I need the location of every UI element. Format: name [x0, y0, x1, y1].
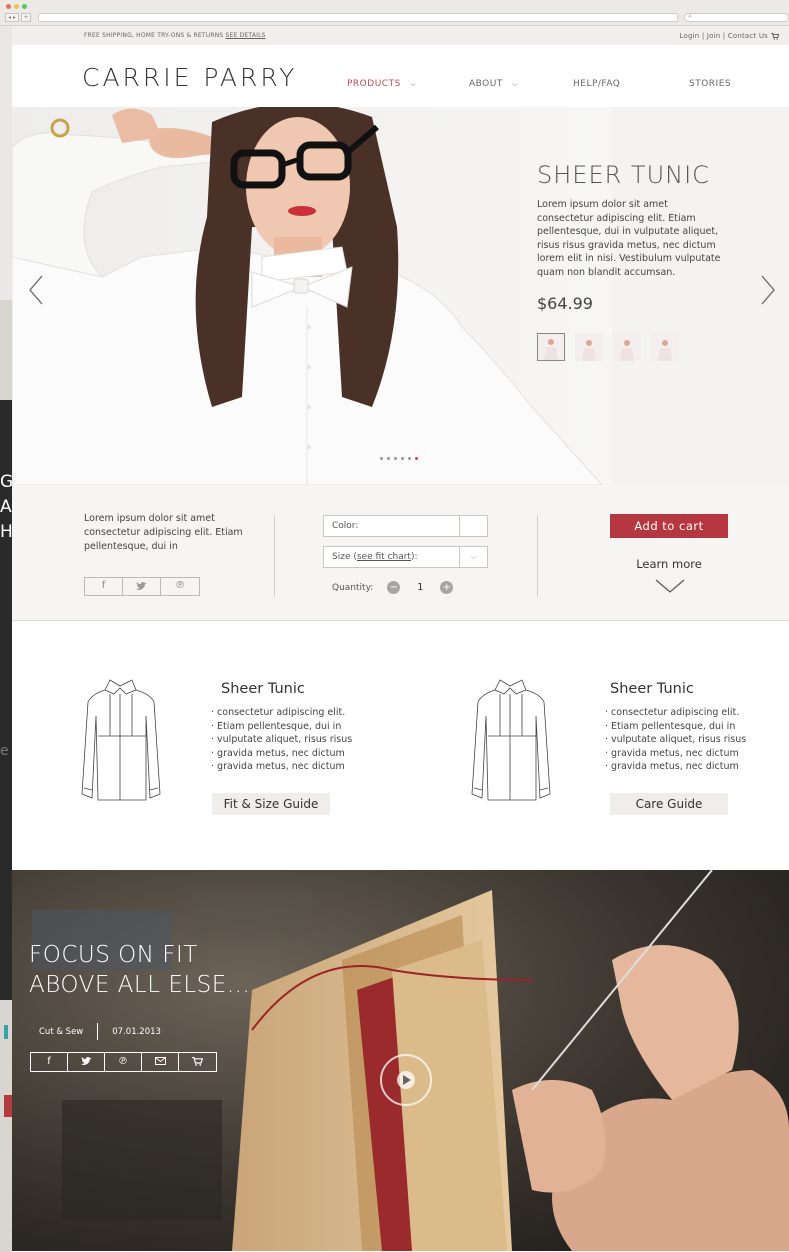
- play-button[interactable]: [380, 1054, 432, 1106]
- chevron-down-icon: ⌵: [410, 80, 416, 88]
- video-date: 07.01.2013: [112, 1026, 161, 1037]
- web-page: FREE SHIPPING, HOME TRY-ONS & RETURNS SE…: [12, 26, 789, 1252]
- care-guide-button[interactable]: Care Guide: [610, 793, 728, 815]
- carousel-next-arrow[interactable]: [760, 275, 776, 305]
- close-window-button[interactable]: [6, 4, 11, 9]
- address-bar[interactable]: [38, 13, 678, 22]
- color-label: Color:: [332, 521, 359, 531]
- product-info: SHEER TUNIC Lorem ipsum dolor sit amet c…: [537, 161, 727, 361]
- add-to-cart-button[interactable]: Add to cart: [610, 514, 728, 538]
- guide-bullets: · consectetur adipiscing elit. · Etiam p…: [605, 707, 747, 772]
- divider: [97, 1023, 99, 1040]
- search-icon: ⌕: [688, 12, 692, 20]
- minimize-window-button[interactable]: [14, 4, 19, 9]
- chevron-down-icon: ⌵: [512, 80, 519, 88]
- color-select[interactable]: Color:: [323, 515, 488, 537]
- product-thumbnail[interactable]: [575, 333, 603, 361]
- size-label: Size (see fit chart):: [332, 552, 418, 562]
- product-description: Lorem ipsum dolor sit amet consectetur a…: [537, 199, 721, 278]
- fit-size-guide-button[interactable]: Fit & Size Guide: [212, 793, 330, 815]
- site-logo[interactable]: CARRIE PARRY: [82, 63, 297, 92]
- pinterest-icon[interactable]: ℗: [105, 1053, 142, 1071]
- increase-quantity-button[interactable]: +: [440, 581, 454, 594]
- guide-title: Sheer Tunic: [610, 681, 694, 697]
- carousel-dot[interactable]: [380, 457, 383, 460]
- color-select-toggle[interactable]: [459, 516, 487, 536]
- guide-title: Sheer Tunic: [221, 681, 305, 697]
- carousel-dot[interactable]: [387, 457, 390, 460]
- browser-chrome: ◂ ▸ + ⌕: [0, 0, 789, 26]
- product-thumbnails: [537, 333, 727, 361]
- product-price: $64.99: [537, 294, 593, 313]
- carousel-dot-active[interactable]: [415, 457, 418, 460]
- twitter-icon[interactable]: [123, 578, 161, 595]
- product-thumbnail[interactable]: [651, 333, 679, 361]
- video-feature: FOCUS ON FIT ABOVE ALL ELSE... Cut & Sew…: [12, 870, 789, 1251]
- learn-more-link[interactable]: Learn more: [610, 557, 728, 571]
- cart-icon[interactable]: [771, 32, 779, 40]
- quantity-stepper: Quantity: − 1 +: [332, 581, 454, 594]
- video-category[interactable]: Cut & Sew: [39, 1027, 83, 1037]
- product-thumbnail[interactable]: [613, 333, 641, 361]
- site-header: CARRIE PARRY PRODUCTS ⌵ ABOUT ⌵ HELP/FAQ…: [12, 45, 789, 107]
- cart-icon[interactable]: [179, 1053, 216, 1071]
- product-title: SHEER TUNIC: [537, 161, 710, 189]
- chevron-down-icon[interactable]: [655, 579, 685, 593]
- size-select[interactable]: Size (see fit chart): ⌵: [323, 546, 488, 568]
- background-letter: A: [0, 497, 12, 517]
- guide-bullets: · consectetur adipiscing elit. · Etiam p…: [211, 707, 353, 772]
- quantity-value[interactable]: 1: [400, 582, 440, 593]
- twitter-icon[interactable]: [68, 1053, 105, 1071]
- guides-section: Sheer Tunic · consectetur adipiscing eli…: [12, 621, 789, 870]
- facebook-icon[interactable]: f: [85, 578, 123, 595]
- shipping-text: FREE SHIPPING, HOME TRY-ONS & RETURNS: [84, 32, 224, 39]
- shirt-illustration: [81, 679, 161, 801]
- background-letter: e: [0, 743, 9, 759]
- nav-about[interactable]: ABOUT ⌵: [469, 79, 518, 89]
- divider: [274, 515, 275, 597]
- browser-search-field[interactable]: ⌕: [684, 12, 789, 22]
- top-bar: FREE SHIPPING, HOME TRY-ONS & RETURNS SE…: [12, 26, 789, 45]
- shipping-banner: FREE SHIPPING, HOME TRY-ONS & RETURNS SE…: [84, 32, 266, 39]
- see-details-link[interactable]: SEE DETAILS: [226, 32, 266, 39]
- carousel-dot[interactable]: [394, 457, 397, 460]
- carousel-dot[interactable]: [408, 457, 411, 460]
- social-share-bar: f ℗: [84, 577, 200, 596]
- back-forward-button[interactable]: ◂ ▸: [5, 13, 19, 22]
- nav-help-faq[interactable]: HELP/FAQ: [573, 79, 620, 89]
- video-share-bar: f ℗: [30, 1052, 217, 1072]
- see-fit-chart-link[interactable]: see fit chart: [357, 552, 411, 562]
- chevron-down-icon[interactable]: ⌵: [459, 547, 487, 567]
- model-photo: [12, 107, 612, 485]
- maximize-window-button[interactable]: [22, 4, 27, 9]
- nav-products[interactable]: PRODUCTS ⌵: [347, 79, 416, 89]
- divider: [537, 515, 538, 597]
- carousel-indicators: [380, 457, 418, 460]
- carousel-prev-arrow[interactable]: [28, 275, 44, 305]
- window-controls: [6, 4, 27, 9]
- nav-stories[interactable]: STORIES: [689, 79, 731, 89]
- product-thumbnail[interactable]: [537, 333, 565, 361]
- play-icon: [397, 1071, 415, 1089]
- pinterest-icon[interactable]: ℗: [161, 578, 199, 595]
- browser-nav: ◂ ▸ +: [5, 13, 31, 22]
- account-links: Login | Join | Contact Us: [680, 32, 779, 40]
- purchase-panel: Lorem ipsum dolor sit amet consectetur a…: [12, 485, 789, 621]
- carousel-dot[interactable]: [401, 457, 404, 460]
- add-tab-button[interactable]: +: [21, 13, 31, 22]
- hero-carousel: SHEER TUNIC Lorem ipsum dolor sit amet c…: [12, 107, 789, 485]
- decrease-quantity-button[interactable]: −: [387, 581, 401, 594]
- login-join-contact-links[interactable]: Login | Join | Contact Us: [680, 32, 768, 40]
- background-letter: H: [0, 522, 13, 542]
- video-meta: Cut & Sew 07.01.2013: [39, 1023, 161, 1040]
- email-icon[interactable]: [142, 1053, 179, 1071]
- quantity-label: Quantity:: [332, 582, 374, 593]
- background-accent: [4, 1025, 8, 1039]
- purchase-description: Lorem ipsum dolor sit amet consectetur a…: [84, 513, 243, 552]
- shirt-illustration: [471, 679, 551, 801]
- facebook-icon[interactable]: f: [31, 1053, 68, 1071]
- video-title: FOCUS ON FIT ABOVE ALL ELSE...: [29, 942, 251, 998]
